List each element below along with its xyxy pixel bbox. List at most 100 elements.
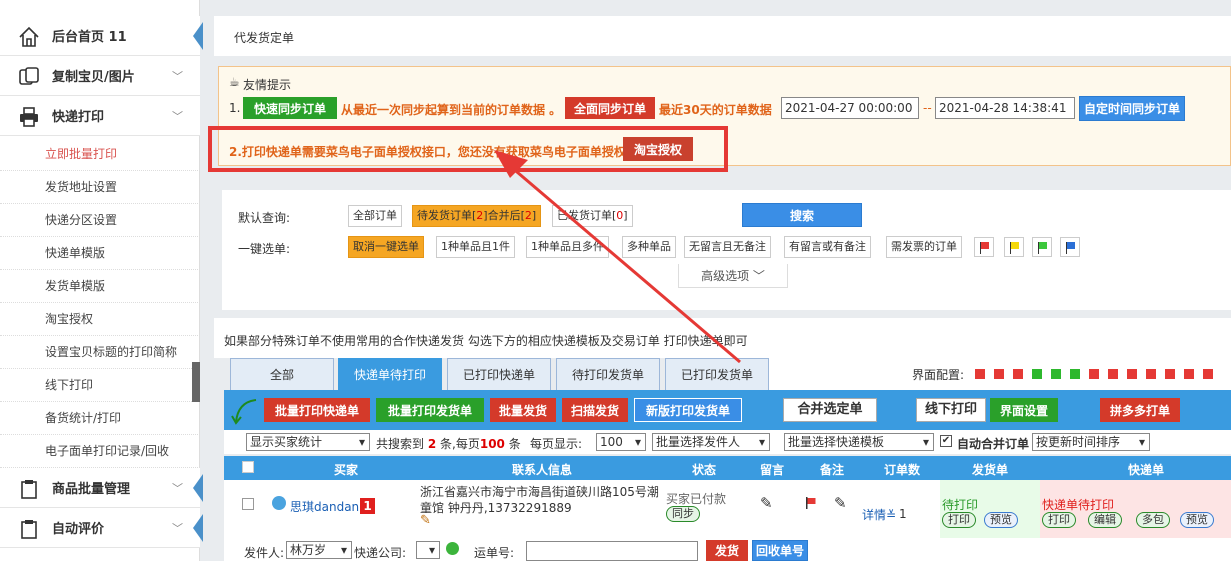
batch-print-invoice-button[interactable]: 批量打印发货单: [376, 398, 484, 422]
ui-config-swatches[interactable]: [975, 369, 1225, 379]
ui-config-swatch[interactable]: [1032, 369, 1042, 379]
tab-invoice-pending[interactable]: 待打印发货单: [556, 358, 660, 390]
ui-config-swatch[interactable]: [1184, 369, 1194, 379]
offline-print-button[interactable]: 线下打印: [916, 398, 986, 422]
sidebar-item-home[interactable]: 后台首页 11: [0, 16, 203, 56]
message-edit-icon[interactable]: ✎: [760, 494, 773, 512]
sidebar-subitem-eorder-records[interactable]: 电子面单打印记录/回收: [0, 435, 200, 468]
express-cell: 快递单待打印 打印 编辑 多包 预览: [1040, 480, 1231, 538]
edit-address-icon[interactable]: ✎: [420, 513, 431, 528]
ui-config-swatch[interactable]: [1146, 369, 1156, 379]
highlight-box: [208, 126, 728, 172]
recycle-waybill-button[interactable]: 回收单号: [752, 540, 808, 561]
auto-merge-checkbox[interactable]: ✔: [940, 435, 952, 447]
search-button[interactable]: 搜索: [742, 203, 862, 227]
ui-config-swatch[interactable]: [1070, 369, 1080, 379]
ui-config-swatch[interactable]: [994, 369, 1004, 379]
tab-express-pending[interactable]: 快递单待打印: [338, 358, 442, 390]
chevron-down-icon: ﹀: [172, 110, 183, 123]
remark-edit-icon[interactable]: ✎: [834, 494, 847, 512]
quick-sync-button[interactable]: 快速同步订单: [243, 97, 337, 119]
refresh-icon[interactable]: [446, 542, 459, 555]
invoice-print-button[interactable]: 打印: [942, 512, 976, 528]
ui-config-swatch[interactable]: [1013, 369, 1023, 379]
sidebar-item-auto-review[interactable]: 自动评价 ﹀: [0, 508, 203, 548]
sidebar-subitem-offline-print[interactable]: 线下打印: [0, 369, 200, 402]
sidebar-subitem-stock-stats[interactable]: 备货统计/打印: [0, 402, 200, 435]
sidebar-collapse-handle[interactable]: [192, 362, 200, 402]
invoice-preview-button[interactable]: 预览: [984, 512, 1018, 528]
tab-express-printed[interactable]: 已打印快递单: [447, 358, 551, 390]
ui-config-swatch[interactable]: [1108, 369, 1118, 379]
custom-sync-button[interactable]: 自定时间同步订单: [1079, 96, 1185, 121]
blue-flag-filter[interactable]: [1060, 237, 1080, 257]
sidebar-subitem-express-zone[interactable]: 快递分区设置: [0, 204, 200, 237]
wangwang-icon[interactable]: [272, 496, 286, 510]
one-key-chip[interactable]: 1种单品且1件: [436, 236, 515, 258]
one-key-chip[interactable]: 1种单品且多件: [526, 236, 609, 258]
ui-config-swatch[interactable]: [975, 369, 985, 379]
template-hint: 如果部分特殊订单不使用常用的合作快递发货 勾选下方的相应快递模板及交易订单 打印…: [224, 334, 748, 348]
one-key-chip[interactable]: 无留言且无备注: [684, 236, 771, 258]
sidebar-item-express-print[interactable]: 快递打印 ﹀: [0, 96, 200, 136]
ui-settings-button[interactable]: 界面设置: [990, 398, 1058, 422]
express-preview-button[interactable]: 预览: [1180, 512, 1214, 528]
batch-sender-select[interactable]: 批量选择发件人 ▾: [652, 433, 770, 451]
batch-template-select[interactable]: 批量选择快递模板 ▾: [784, 433, 934, 451]
sidebar-subitem-express-template[interactable]: 快递单模版: [0, 237, 200, 270]
yellow-flag-filter[interactable]: [1004, 237, 1024, 257]
pdd-print-button[interactable]: 拼多多打单: [1100, 398, 1180, 422]
red-flag-filter[interactable]: [974, 237, 994, 257]
table-row[interactable]: 思琪dandan 1 浙江省嘉兴市海宁市海昌街道硖川路105号潮 童馆 钟丹丹,…: [224, 480, 1231, 538]
waybill-input[interactable]: [526, 541, 698, 561]
express-edit-button[interactable]: 编辑: [1088, 512, 1122, 528]
tab-all[interactable]: 全部: [230, 358, 334, 390]
tab-invoice-printed[interactable]: 已打印发货单: [665, 358, 769, 390]
sync-button[interactable]: 同步: [666, 506, 700, 522]
red-flag-icon[interactable]: [804, 496, 818, 510]
batch-ship-button[interactable]: 批量发货: [490, 398, 556, 422]
one-key-chip[interactable]: 有留言或有备注: [784, 236, 871, 258]
per-page-select[interactable]: 100 ▾: [596, 433, 646, 451]
buyer-name[interactable]: 思琪dandan: [290, 498, 359, 515]
ui-config-swatch[interactable]: [1089, 369, 1099, 379]
batch-print-express-button[interactable]: 批量打印快递单: [264, 398, 370, 422]
sender-select[interactable]: 林万岁 ▾: [286, 541, 352, 559]
sidebar-item-copy[interactable]: 复制宝贝/图片 ﹀: [0, 56, 200, 96]
green-flag-filter[interactable]: [1032, 237, 1052, 257]
advanced-options-toggle[interactable]: 高级选项 ﹀: [678, 264, 788, 288]
ship-button[interactable]: 发货: [706, 540, 748, 561]
scan-ship-button[interactable]: 扫描发货: [562, 398, 628, 422]
shipped-orders-chip[interactable]: 已发货订单[0]: [552, 205, 633, 227]
courier-select[interactable]: ▾: [416, 541, 440, 559]
sidebar-subitem-title-alias[interactable]: 设置宝贝标题的打印简称: [0, 336, 200, 369]
ui-config-swatch[interactable]: [1165, 369, 1175, 379]
sort-select[interactable]: 按更新时间排序 ▾: [1032, 433, 1150, 451]
date-from-input[interactable]: 2021-04-27 00:00:00: [781, 97, 919, 119]
all-orders-chip[interactable]: 全部订单: [348, 205, 402, 227]
sidebar-subitem-ship-address[interactable]: 发货地址设置: [0, 171, 200, 204]
date-to-input[interactable]: 2021-04-28 14:38:41: [935, 97, 1075, 119]
sidebar-item-product-batch[interactable]: 商品批量管理 ﹀: [0, 468, 203, 508]
sidebar-subitem-invoice-template[interactable]: 发货单模版: [0, 270, 200, 303]
sidebar-subitem-taobao-auth[interactable]: 淘宝授权: [0, 303, 200, 336]
pending-orders-chip[interactable]: 待发货订单[2]合并后[2]: [412, 205, 542, 227]
new-print-invoice-button[interactable]: 新版打印发货单: [634, 398, 742, 422]
select-all-checkbox[interactable]: [242, 461, 254, 473]
ui-config-swatch[interactable]: [1203, 369, 1213, 379]
select-value: 批量选择发件人: [656, 435, 741, 449]
full-sync-button[interactable]: 全面同步订单: [565, 97, 655, 119]
merge-selected-button[interactable]: 合并选定单: [783, 398, 877, 422]
express-multi-button[interactable]: 多包: [1136, 512, 1170, 528]
flag-icon: [981, 242, 989, 249]
cancel-one-key-chip[interactable]: 取消一键选单: [348, 236, 424, 258]
ui-config-swatch[interactable]: [1127, 369, 1137, 379]
buyer-stats-select[interactable]: 显示买家统计 ▾: [246, 433, 370, 451]
one-key-chip[interactable]: 需发票的订单: [886, 236, 962, 258]
one-key-chip[interactable]: 多种单品: [622, 236, 676, 258]
ui-config-swatch[interactable]: [1051, 369, 1061, 379]
row-checkbox[interactable]: [242, 498, 254, 510]
express-print-button[interactable]: 打印: [1042, 512, 1076, 528]
order-detail-link[interactable]: 详情≚: [862, 506, 896, 523]
sidebar-subitem-batch-print[interactable]: 立即批量打印: [0, 138, 200, 171]
